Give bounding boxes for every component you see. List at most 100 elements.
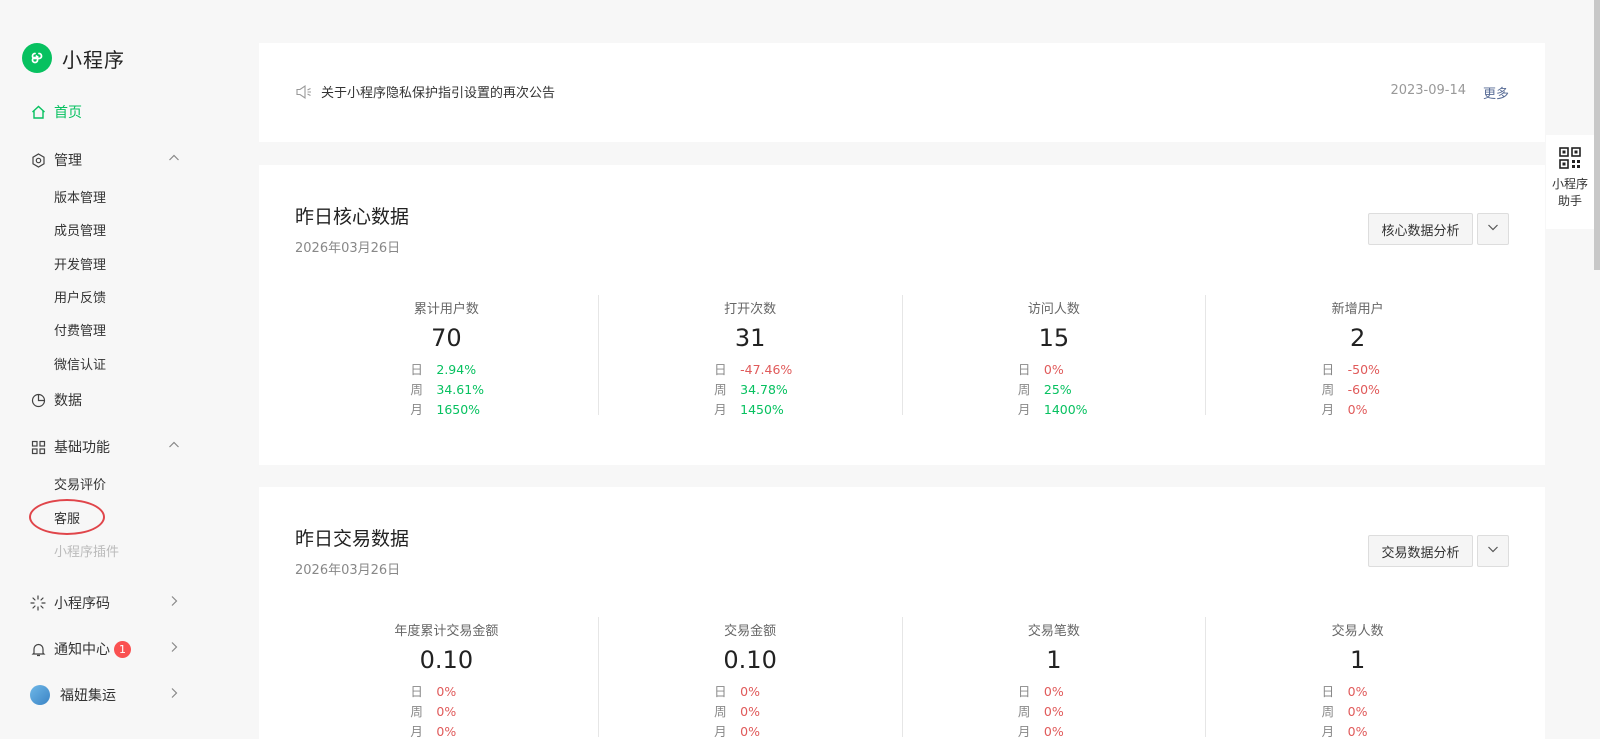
highlight-circle	[29, 499, 105, 535]
sidebar-item-feedback[interactable]: 用户反馈	[54, 287, 106, 306]
sun-qrcode-icon	[30, 595, 46, 611]
chevron-right-icon	[168, 687, 180, 703]
scrollbar[interactable]	[1594, 0, 1600, 270]
sidebar-item-verify[interactable]: 微信认证	[54, 354, 106, 373]
home-icon	[30, 104, 46, 120]
avatar	[30, 685, 50, 705]
sidebar-item-members[interactable]: 成员管理	[54, 220, 106, 239]
stat-label: 访问人数	[1027, 302, 1080, 317]
chevron-right-icon	[168, 641, 180, 657]
trade-analysis-button[interactable]: 交易数据分析	[1368, 535, 1473, 567]
stat-label: 新增用户	[1331, 302, 1384, 317]
sidebar-item-trade-review[interactable]: 交易评价	[54, 474, 106, 493]
stat-row-week: 周 0%	[1017, 704, 1064, 719]
notice-card: 关于小程序隐私保护指引设置的再次公告 2023-09-14 更多	[259, 43, 1545, 142]
nav-account[interactable]: 福妞集运	[30, 684, 180, 706]
stat-row-day: 日 0%	[1321, 684, 1368, 699]
nav-home[interactable]: 首页	[30, 101, 180, 123]
speaker-icon	[295, 84, 313, 100]
stat-label: 交易金额	[724, 624, 777, 639]
nav-notify-label: 通知中心	[54, 642, 110, 658]
app-logo[interactable]: 小程序	[22, 43, 125, 73]
stat-row-day: 日 0%	[410, 684, 457, 699]
stat-total-users: 累计用户数 70 日 2.94% 周 34.61% 月 1650%	[295, 295, 598, 417]
stat-row-month: 月 0%	[714, 724, 760, 739]
grid-icon	[30, 439, 46, 455]
core-stats: 累计用户数 70 日 2.94% 周 34.61% 月 1650% 打开次数 31 日…	[295, 295, 1509, 417]
stat-row-week: 周 -60%	[1321, 382, 1380, 397]
stat-value: 1	[1046, 646, 1062, 674]
bell-icon	[30, 641, 46, 657]
stat-value: 31	[734, 324, 766, 352]
notice-text: 关于小程序隐私保护指引设置的再次公告	[321, 86, 556, 101]
nav-basic[interactable]: 基础功能	[30, 436, 180, 458]
nav-home-label: 首页	[54, 105, 82, 121]
sidebar: 小程序 首页 管理 版本管理 成员管理 开发管理 用户反馈 付费管理 微信认证 …	[0, 0, 228, 739]
trade-date: 2026年03月26日	[295, 563, 401, 578]
stat-row-month: 月 1450%	[714, 402, 784, 417]
sidebar-item-version[interactable]: 版本管理	[54, 187, 106, 206]
stat-value: 0.10	[419, 646, 474, 674]
chevron-right-icon	[168, 595, 180, 611]
trade-data-card: 昨日交易数据 2026年03月26日 交易数据分析 年度累计交易金额 0.10 …	[259, 487, 1545, 739]
chevron-down-icon	[1487, 221, 1499, 237]
stat-visitors: 访问人数 15 日 0% 周 25% 月 1400%	[901, 295, 1206, 417]
chevron-up-icon	[168, 439, 180, 455]
stat-row-week: 周 34.78%	[714, 382, 788, 397]
helper-label-line2: 助手	[1557, 194, 1582, 208]
stat-label: 累计用户数	[413, 302, 479, 317]
core-dropdown-button[interactable]	[1477, 213, 1509, 245]
chevron-up-icon	[168, 152, 180, 168]
stat-row-day: 日 0%	[1017, 362, 1064, 377]
stat-trade-amount: 交易金额 0.10 日 0% 周 0% 月 0%	[597, 617, 902, 739]
nav-manage-label: 管理	[54, 153, 82, 169]
stat-value: 70	[431, 324, 462, 352]
notice-date: 2023-09-14	[1390, 83, 1466, 98]
core-analysis-button[interactable]: 核心数据分析	[1368, 213, 1473, 245]
sidebar-item-dev[interactable]: 开发管理	[54, 254, 106, 273]
stat-row-month: 月 0%	[1321, 402, 1368, 417]
sidebar-item-plugin[interactable]: 小程序插件	[54, 541, 119, 560]
stat-row-week: 周 0%	[410, 704, 457, 719]
stat-label: 交易人数	[1331, 624, 1384, 639]
mini-program-logo-icon	[22, 43, 52, 73]
notification-badge: 1	[114, 640, 131, 658]
stat-row-day: 日 -50%	[1321, 362, 1380, 377]
stat-row-day: 日 0%	[714, 684, 760, 699]
qrcode-icon	[1559, 147, 1581, 172]
manage-icon	[30, 152, 46, 168]
core-title: 昨日核心数据	[295, 206, 410, 228]
stat-trade-count: 交易笔数 1 日 0% 周 0% 月 0%	[901, 617, 1206, 739]
nav-notify[interactable]: 通知中心 1	[30, 638, 180, 660]
stat-label: 打开次数	[724, 302, 777, 317]
stat-label: 年度累计交易金额	[394, 624, 499, 639]
nav-qrcode[interactable]: 小程序码	[30, 592, 180, 614]
mini-program-helper[interactable]: 小程序 助手	[1546, 135, 1594, 229]
trade-stats: 年度累计交易金额 0.10 日 0% 周 0% 月 0% 交易金额 0.10 日 0% …	[295, 617, 1509, 739]
nav-account-label: 福妞集运	[60, 688, 116, 704]
notice-more-link[interactable]: 更多	[1483, 83, 1509, 102]
stat-row-week: 周 34.61%	[410, 382, 485, 397]
sidebar-item-payment[interactable]: 付费管理	[54, 320, 106, 339]
stat-label: 交易笔数	[1027, 624, 1080, 639]
stat-trade-users: 交易人数 1 日 0% 周 0% 月 0%	[1205, 617, 1509, 739]
stat-new-users: 新增用户 2 日 -50% 周 -60% 月 0%	[1205, 295, 1509, 417]
stat-row-month: 月 0%	[1017, 724, 1064, 739]
nav-basic-label: 基础功能	[54, 440, 110, 456]
nav-manage[interactable]: 管理	[30, 149, 180, 171]
stat-row-day: 日 0%	[1017, 684, 1064, 699]
nav-data[interactable]: 数据	[30, 389, 180, 411]
stat-row-month: 月 0%	[410, 724, 457, 739]
core-data-card: 昨日核心数据 2026年03月26日 核心数据分析 累计用户数 70 日 2.94…	[259, 165, 1545, 465]
stat-row-month: 月 1400%	[1017, 402, 1088, 417]
chevron-down-icon	[1487, 543, 1499, 559]
stat-row-day: 日 -47.46%	[714, 362, 793, 377]
stat-row-week: 周 0%	[1321, 704, 1368, 719]
stat-annual-amount: 年度累计交易金额 0.10 日 0% 周 0% 月 0%	[295, 617, 598, 739]
core-date: 2026年03月26日	[295, 241, 401, 256]
trade-dropdown-button[interactable]	[1477, 535, 1509, 567]
notice-link[interactable]: 关于小程序隐私保护指引设置的再次公告	[295, 82, 555, 101]
stat-row-month: 月 0%	[1321, 724, 1368, 739]
stat-row-month: 月 1650%	[410, 402, 481, 417]
app-title: 小程序	[62, 47, 125, 72]
